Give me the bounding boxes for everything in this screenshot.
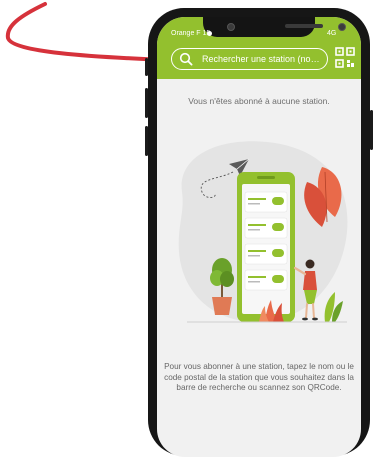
status-network: 4G (327, 30, 337, 37)
phone-side-button (145, 88, 148, 118)
phone-side-button (145, 126, 148, 156)
search-bar[interactable]: Rechercher une station (nom ou c... (171, 48, 328, 70)
qr-code-icon[interactable] (335, 47, 355, 69)
phone-notch (203, 17, 346, 37)
phone-side-button (145, 58, 148, 76)
status-carrier: Orange F 15 (171, 30, 210, 37)
phone-side-button (370, 110, 373, 150)
camera (227, 23, 235, 31)
camera (338, 23, 346, 31)
empty-state-illustration (178, 141, 348, 323)
app-screen: Orange F 15 4G Rechercher une station (n… (157, 17, 361, 457)
search-icon (179, 52, 193, 66)
speaker (285, 24, 323, 28)
search-input[interactable]: Rechercher une station (nom ou c... (202, 54, 322, 64)
status-dot (207, 31, 212, 36)
empty-state-message: Vous n'êtes abonné à aucune station. (188, 96, 330, 106)
app-header: Orange F 15 4G Rechercher une station (n… (157, 17, 361, 79)
help-text: Pour vous abonner à une station, tapez l… (164, 362, 354, 392)
